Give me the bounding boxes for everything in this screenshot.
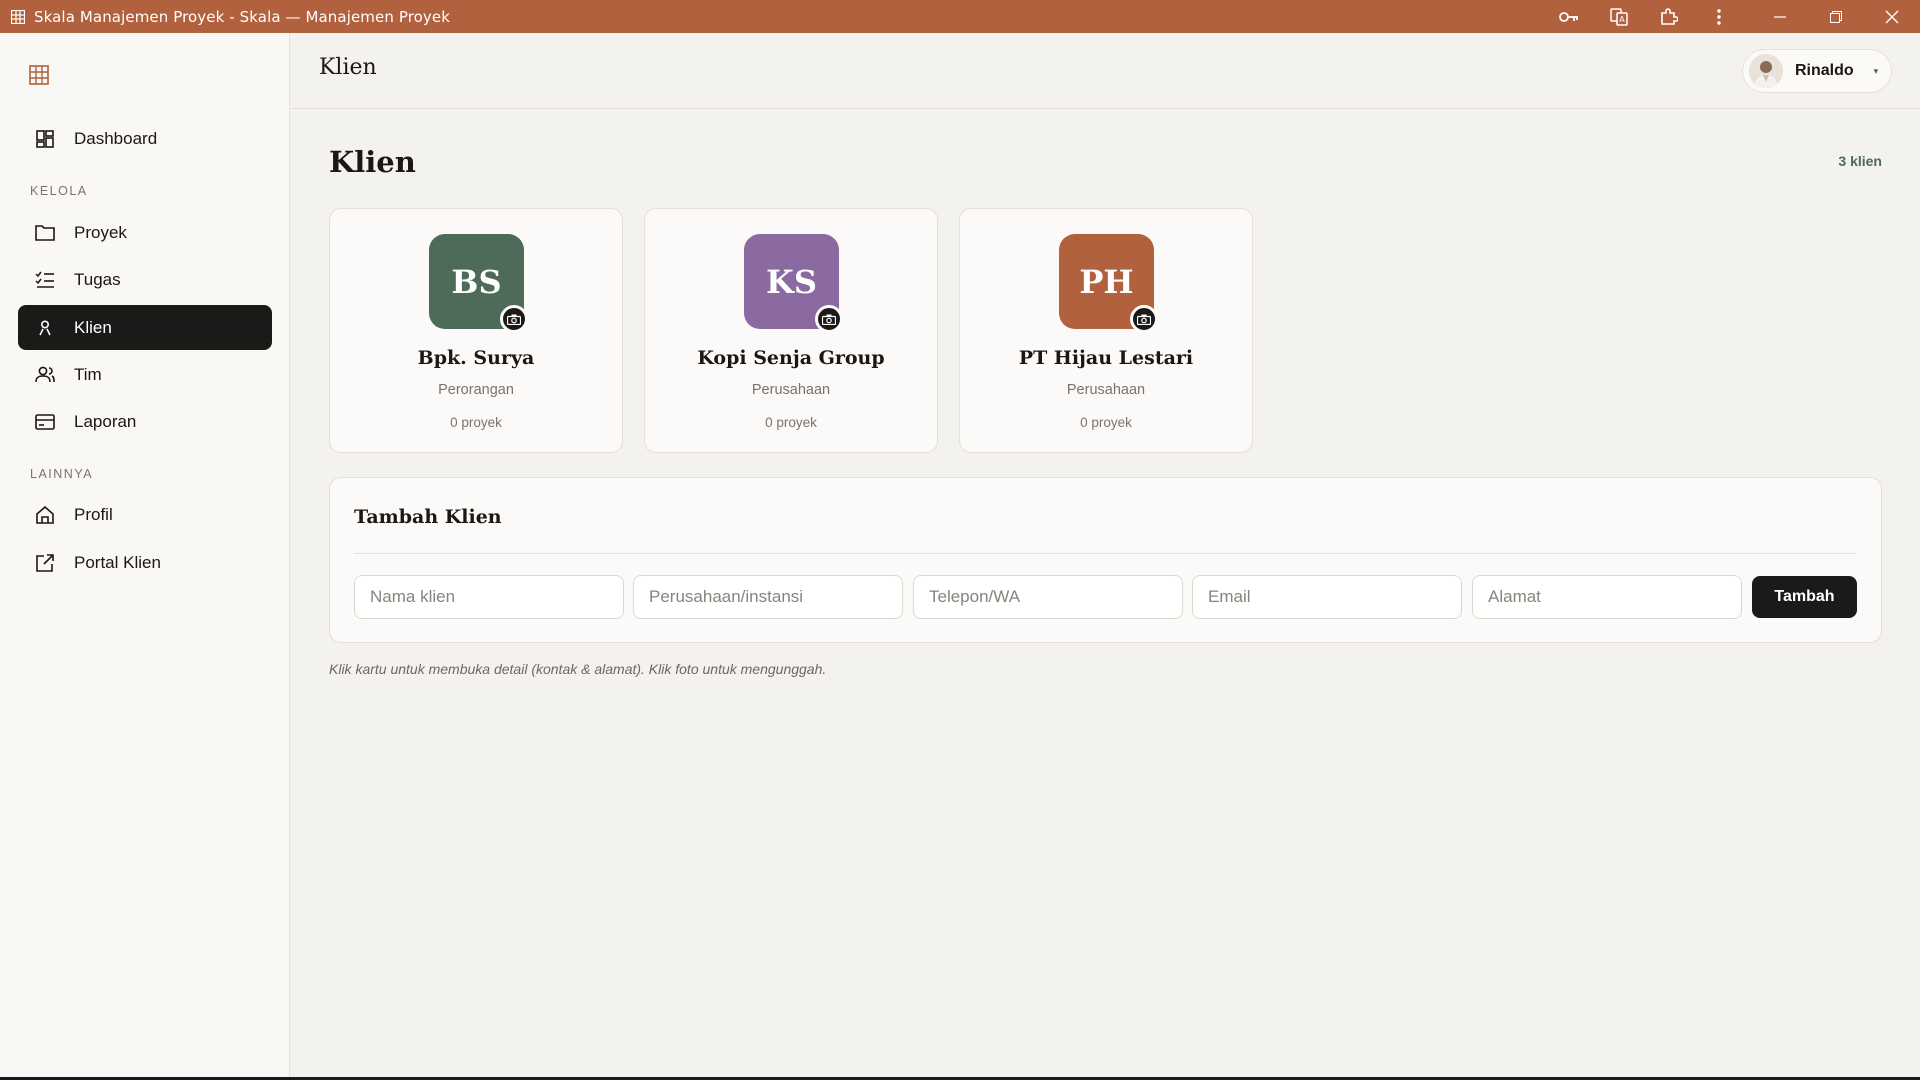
client-name: Bpk. Surya xyxy=(417,347,535,369)
client-name: Kopi Senja Group xyxy=(697,347,885,369)
minimize-button[interactable] xyxy=(1752,0,1808,33)
team-icon xyxy=(34,364,56,386)
dashboard-icon xyxy=(34,128,56,150)
page-title: Klien xyxy=(329,145,416,179)
window-title-bar: Skala Manajemen Proyek - Skala — Manajem… xyxy=(0,0,1920,33)
sidebar-item-label: Klien xyxy=(74,317,112,337)
client-card[interactable]: KS Kopi Senja Group Perusahaan 0 proyek xyxy=(644,208,938,453)
form-title: Tambah Klien xyxy=(354,506,502,528)
client-type: Perusahaan xyxy=(1066,382,1146,398)
divider xyxy=(354,553,1857,554)
client-project-count: 0 proyek xyxy=(1080,415,1132,430)
external-link-icon xyxy=(34,552,56,574)
chevron-down-icon: ▾ xyxy=(1873,65,1879,76)
add-client-form: Tambah Klien Tambah xyxy=(329,477,1882,643)
client-count: 3 klien xyxy=(1838,153,1882,169)
section-label-lainnya: LAINNYA xyxy=(30,467,94,481)
tasks-list-icon xyxy=(34,269,56,291)
sidebar-item-label: Proyek xyxy=(74,222,127,242)
client-name: PT Hijau Lestari xyxy=(1018,347,1194,369)
sidebar-item-label: Profil xyxy=(74,504,113,524)
sidebar-item-portal-klien[interactable]: Portal Klien xyxy=(18,540,272,585)
client-project-count: 0 proyek xyxy=(765,415,817,430)
user-menu-button[interactable]: Rinaldo ▾ xyxy=(1742,49,1892,93)
client-card[interactable]: PH PT Hijau Lestari Perusahaan 0 proyek xyxy=(959,208,1253,453)
card-icon xyxy=(34,411,56,433)
client-project-count: 0 proyek xyxy=(450,415,502,430)
email-input[interactable] xyxy=(1192,575,1462,619)
top-header: Klien Rinaldo ▾ xyxy=(291,33,1920,109)
phone-input[interactable] xyxy=(913,575,1183,619)
extensions-icon[interactable] xyxy=(1644,0,1694,33)
svg-text:A: A xyxy=(1619,15,1625,24)
restore-button[interactable] xyxy=(1808,0,1864,33)
address-input[interactable] xyxy=(1472,575,1742,619)
camera-icon[interactable] xyxy=(500,305,528,333)
window-title: Skala Manajemen Proyek - Skala — Manajem… xyxy=(34,7,451,26)
more-menu-icon[interactable] xyxy=(1694,0,1744,33)
sidebar-item-label: Laporan xyxy=(74,411,137,431)
company-input[interactable] xyxy=(633,575,903,619)
sidebar-item-proyek[interactable]: Proyek xyxy=(18,210,272,255)
client-type: Perorangan xyxy=(438,382,514,398)
folder-icon xyxy=(34,222,56,244)
add-client-button[interactable]: Tambah xyxy=(1752,576,1857,618)
sidebar-item-label: Tim xyxy=(74,364,102,384)
sidebar-item-dashboard[interactable]: Dashboard xyxy=(18,116,272,161)
camera-icon[interactable] xyxy=(1130,305,1158,333)
sidebar-item-laporan[interactable]: Laporan xyxy=(18,399,272,444)
person-icon xyxy=(34,317,56,339)
password-key-icon[interactable] xyxy=(1544,0,1594,33)
camera-icon[interactable] xyxy=(815,305,843,333)
sidebar-item-klien[interactable]: Klien xyxy=(18,305,272,350)
section-label-kelola: KELOLA xyxy=(30,184,88,198)
app-grid-icon xyxy=(10,9,26,25)
client-name-input[interactable] xyxy=(354,575,624,619)
header-title: Klien xyxy=(319,55,377,80)
help-hint: Klik kartu untuk membuka detail (kontak … xyxy=(329,661,827,677)
avatar xyxy=(1749,54,1783,88)
home-icon xyxy=(34,504,56,526)
sidebar-item-label: Portal Klien xyxy=(74,552,161,572)
translate-icon[interactable]: A xyxy=(1594,0,1644,33)
app-logo-icon[interactable] xyxy=(29,65,49,85)
sidebar-item-tim[interactable]: Tim xyxy=(18,352,272,397)
client-type: Perusahaan xyxy=(751,382,831,398)
sidebar-item-tugas[interactable]: Tugas xyxy=(18,257,272,302)
close-window-button[interactable] xyxy=(1864,0,1920,33)
sidebar-item-profil[interactable]: Profil xyxy=(18,492,272,537)
user-name: Rinaldo xyxy=(1795,62,1854,79)
sidebar: Dashboard KELOLA Proyek Tugas Klien Tim … xyxy=(0,33,290,1080)
sidebar-item-label: Tugas xyxy=(74,269,121,289)
sidebar-item-label: Dashboard xyxy=(74,128,158,148)
client-card[interactable]: BS Bpk. Surya Perorangan 0 proyek xyxy=(329,208,623,453)
